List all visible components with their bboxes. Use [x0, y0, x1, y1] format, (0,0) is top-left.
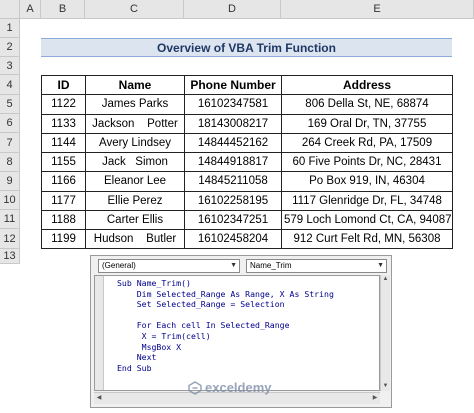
cell-id[interactable]: 1122: [41, 94, 86, 115]
table-row: 1177 Ellie Perez 16102258195 1117 Glenridge…: [41, 190, 453, 211]
row-header-2[interactable]: 2: [0, 38, 20, 57]
chevron-down-icon: ▼: [230, 262, 237, 269]
cell-name[interactable]: Ellie Perez: [85, 190, 185, 211]
cell-phone[interactable]: 16102347581: [184, 94, 282, 115]
cell-address[interactable]: 1117 Glenridge Dr, FL, 34748: [281, 190, 453, 211]
scroll-down-icon[interactable]: ▼: [381, 382, 390, 391]
scroll-right-icon[interactable]: ▶: [370, 393, 380, 404]
header-phone[interactable]: Phone Number: [184, 74, 282, 96]
table-row: 1166 Eleanor Lee 14845211058 Po Box 919, IN…: [41, 171, 453, 192]
cell-name[interactable]: Eleanor Lee: [85, 171, 185, 192]
table-row: 1155 Jack Simon 14844918817 60 Five Points …: [41, 151, 453, 173]
row-header-11[interactable]: 11: [0, 210, 20, 229]
sheet-title: Overview of VBA Trim Function: [41, 38, 452, 57]
watermark: exceldemy: [188, 380, 272, 395]
row-header-12[interactable]: 12: [0, 229, 20, 249]
cell-address[interactable]: 912 Curt Felt Rd, MN, 56308: [281, 228, 453, 250]
column-header-a[interactable]: A: [20, 0, 41, 19]
row-header-5[interactable]: 5: [0, 95, 20, 114]
cell-name[interactable]: Avery Lindsey: [85, 132, 185, 154]
cell-id[interactable]: 1199: [41, 228, 86, 250]
column-header-c[interactable]: C: [85, 0, 184, 19]
cell-id[interactable]: 1144: [41, 132, 86, 154]
row-header-3[interactable]: 3: [0, 57, 20, 75]
cell-address[interactable]: 806 Della St, NE, 68874: [281, 94, 453, 115]
cell-name[interactable]: Jackson Potter: [85, 113, 185, 134]
cell-phone[interactable]: 16102258195: [184, 190, 282, 211]
row-header-8[interactable]: 8: [0, 153, 20, 172]
data-table: ID Name Phone Number Address 1122 James P…: [41, 74, 453, 250]
vertical-scrollbar[interactable]: ▲ ▼: [380, 275, 390, 391]
cell-id[interactable]: 1166: [41, 171, 86, 192]
select-all-corner[interactable]: [0, 0, 20, 19]
cell-address[interactable]: 169 Oral Dr, TN, 37755: [281, 113, 453, 134]
table-row: 1133 Jackson Potter 18143008217 169 Oral Dr…: [41, 113, 453, 134]
column-header-b[interactable]: B: [41, 0, 85, 19]
cell-id[interactable]: 1177: [41, 190, 86, 211]
cell-phone[interactable]: 14845211058: [184, 171, 282, 192]
object-dropdown[interactable]: (General) ▼: [98, 259, 240, 273]
row-header-4[interactable]: 4: [0, 75, 20, 95]
cell-address[interactable]: 264 Creek Rd, PA, 17509: [281, 132, 453, 154]
cell-phone[interactable]: 14844452162: [184, 132, 282, 154]
table-row: 1199 Hudson Butler 16102458204 912 Curt Fel…: [41, 228, 453, 250]
exceldemy-logo-icon: [188, 380, 202, 395]
table-row: 1122 James Parks 16102347581 806 Della St, …: [41, 94, 453, 115]
row-header-10[interactable]: 10: [0, 191, 20, 210]
header-id[interactable]: ID: [41, 74, 86, 96]
cell-address[interactable]: Po Box 919, IN, 46304: [281, 171, 453, 192]
scroll-left-icon[interactable]: ◀: [94, 393, 104, 404]
cell-address[interactable]: 579 Loch Lomond Ct, CA, 94087: [281, 209, 453, 231]
cell-id[interactable]: 1155: [41, 151, 86, 173]
row-header-6[interactable]: 6: [0, 114, 20, 133]
spreadsheet-grid: ABCDE 1 2 3 4 5 6 7 8 9 10 11 12 13 Overview of VBA …: [0, 0, 474, 264]
row-header-1[interactable]: 1: [0, 19, 20, 38]
margin-indicator-bar: [95, 276, 104, 390]
cell-phone[interactable]: 14844918817: [184, 151, 282, 173]
cell-phone[interactable]: 18143008217: [184, 113, 282, 134]
code-text[interactable]: Sub Name_Trim() Dim Selected_Range As Ra…: [117, 278, 334, 373]
table-row: 1144 Avery Lindsey 14844452162 264 Creek Rd…: [41, 132, 453, 154]
cell-phone[interactable]: 16102458204: [184, 228, 282, 250]
row-header-13[interactable]: 13: [0, 249, 20, 264]
watermark-text: exceldemy: [205, 380, 272, 395]
table-row: 1188 Carter Ellis 16102347251 579 Loch Lomo…: [41, 209, 453, 231]
cell-phone[interactable]: 16102347251: [184, 209, 282, 231]
chevron-down-icon: ▼: [377, 262, 384, 269]
table-header-row: ID Name Phone Number Address: [41, 74, 453, 96]
procedure-dropdown-value: Name_Trim: [250, 261, 292, 270]
cell-id[interactable]: 1133: [41, 113, 86, 134]
row-header-7[interactable]: 7: [0, 133, 20, 153]
cell-address[interactable]: 60 Five Points Dr, NC, 28431: [281, 151, 453, 173]
row-header-9[interactable]: 9: [0, 172, 20, 191]
cell-name[interactable]: Hudson Butler: [85, 228, 185, 250]
header-name[interactable]: Name: [85, 74, 185, 96]
cell-name[interactable]: James Parks: [85, 94, 185, 115]
column-header-e[interactable]: E: [281, 0, 474, 19]
scroll-up-icon[interactable]: ▲: [381, 275, 390, 284]
code-editor[interactable]: Sub Name_Trim() Dim Selected_Range As Ra…: [94, 275, 380, 391]
procedure-dropdown[interactable]: Name_Trim ▼: [246, 259, 387, 273]
cell-name[interactable]: Carter Ellis: [85, 209, 185, 231]
cell-name[interactable]: Jack Simon: [85, 151, 185, 173]
cell-id[interactable]: 1188: [41, 209, 86, 231]
object-dropdown-value: (General): [102, 261, 136, 270]
column-header-d[interactable]: D: [184, 0, 281, 19]
header-address[interactable]: Address: [281, 74, 453, 96]
